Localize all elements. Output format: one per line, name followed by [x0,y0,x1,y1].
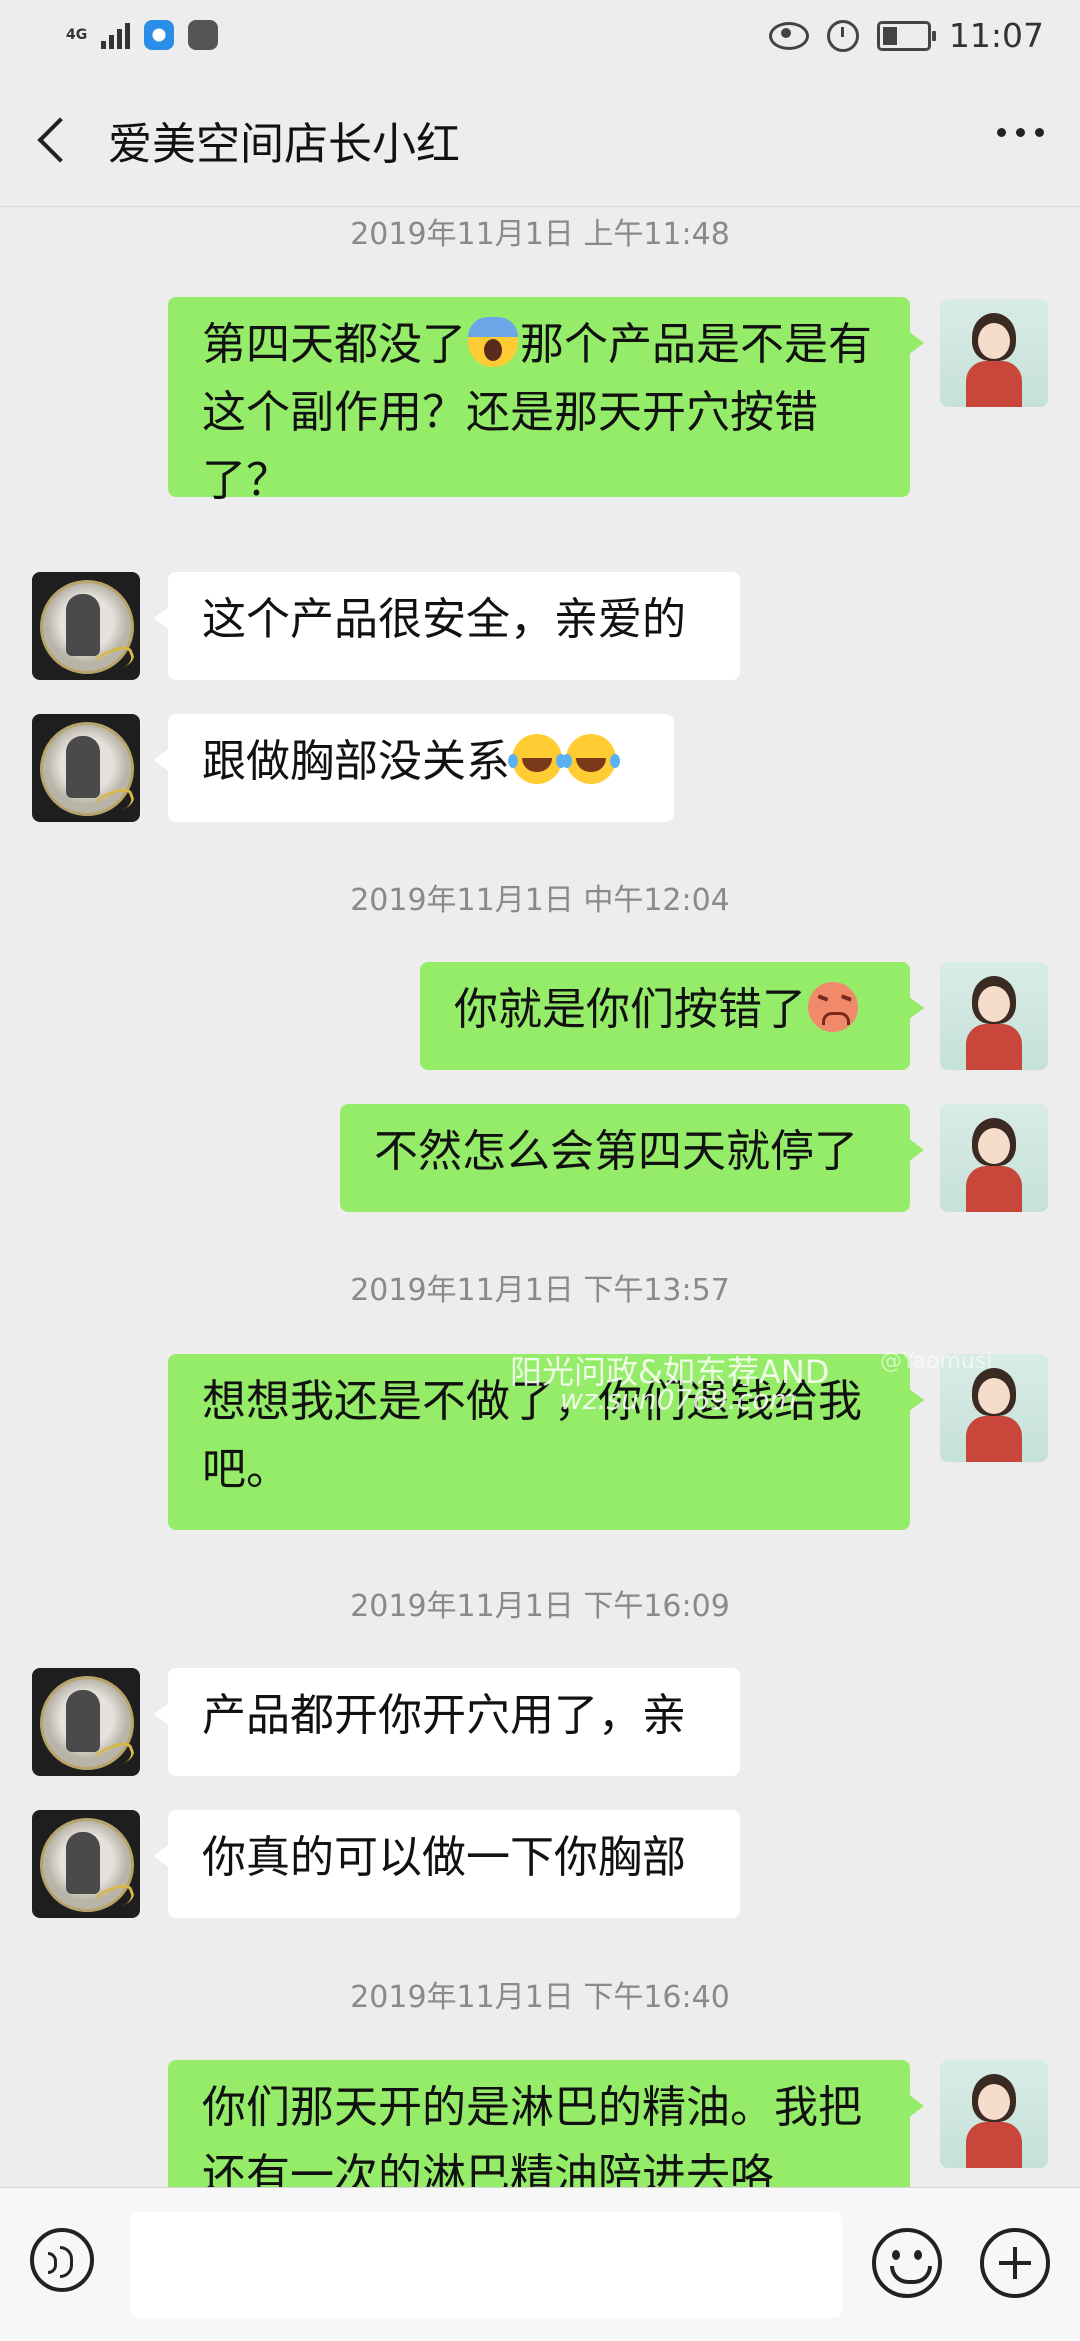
my-avatar[interactable] [940,962,1048,1070]
message-text: 你就是你们按错了 [454,984,806,1035]
timestamp: 2019年11月1日 中午12:04 [350,883,730,918]
my-avatar[interactable] [940,299,1048,407]
laughing-crying-emoji-icon [508,734,562,784]
browser-notification-icon [144,20,175,50]
message-bubble-sent[interactable]: 你们那天开的是淋巴的精油。我把还有一次的淋巴精油陪进去咯 [168,2060,924,2187]
chat-header: 爱美空间店长小红 [0,72,1080,207]
status-left: 4G [66,20,219,50]
timestamp: 2019年11月1日 下午13:57 [350,1273,730,1308]
message-text: 这个产品很安全，亲爱的 [202,594,686,645]
eye-comfort-icon [768,21,809,50]
contact-avatar[interactable] [32,1668,140,1776]
chat-message-list[interactable]: 2019年11月1日 上午11:48 第四天都没了 那个产品是不是有这个副作用？还… [0,207,1080,2187]
emoji-picker-icon[interactable] [872,2228,942,2298]
scream-emoji-icon [468,317,518,367]
status-bar: 4G 11:07 [0,0,1080,72]
more-options-icon[interactable] [997,128,1044,137]
chat-title: 爱美空间店长小红 [108,119,460,170]
message-text: 你们那天开的是淋巴的精油。我把还有一次的淋巴精油陪进去咯 [202,2082,862,2187]
message-bubble-sent[interactable]: 你就是你们按错了 [420,962,924,1070]
input-bar [0,2187,1080,2341]
more-actions-plus-icon[interactable] [980,2228,1050,2298]
angry-emoji-icon [808,982,858,1032]
laughing-crying-emoji-icon [562,734,616,784]
timestamp: 2019年11月1日 下午16:09 [350,1589,730,1624]
message-text: 产品都开你开穴用了，亲 [202,1690,686,1741]
signal-icon [101,21,131,49]
message-bubble-received[interactable]: 这个产品很安全，亲爱的 [154,572,740,680]
message-bubble-received[interactable]: 跟做胸部没关系 [154,714,674,822]
battery-icon [876,20,936,51]
my-avatar[interactable] [940,1104,1048,1212]
my-avatar[interactable] [940,2060,1048,2168]
message-input[interactable] [130,2212,842,2318]
message-bubble-received[interactable]: 产品都开你开穴用了，亲 [154,1668,740,1776]
message-text: 你真的可以做一下你胸部 [202,1832,686,1883]
message-bubble-sent[interactable]: 不然怎么会第四天就停了 [340,1104,924,1212]
watermark-url: wz.sun0769.com [560,1383,797,1416]
message-bubble-received[interactable]: 你真的可以做一下你胸部 [154,1810,740,1918]
network-label: 4G [66,27,88,43]
clock: 11:07 [948,16,1044,55]
alarm-icon [826,19,859,52]
message-text: 跟做胸部没关系 [202,736,510,787]
message-text: 第四天都没了 [202,319,466,370]
voice-input-icon[interactable] [30,2228,94,2292]
status-right: 11:07 [768,16,1044,55]
back-arrow-icon[interactable] [30,112,80,166]
contact-avatar[interactable] [32,1810,140,1918]
timestamp: 2019年11月1日 上午11:48 [350,217,730,252]
contact-avatar[interactable] [32,714,140,822]
message-text: 不然怎么会第四天就停了 [374,1126,858,1177]
app-notification-icon [188,20,219,50]
watermark-handle: @Yaomusi [880,1349,993,1374]
timestamp: 2019年11月1日 下午16:40 [350,1980,730,2015]
message-bubble-sent[interactable]: 第四天都没了 那个产品是不是有这个副作用？还是那天开穴按错了？ [168,297,924,506]
contact-avatar[interactable] [32,572,140,680]
